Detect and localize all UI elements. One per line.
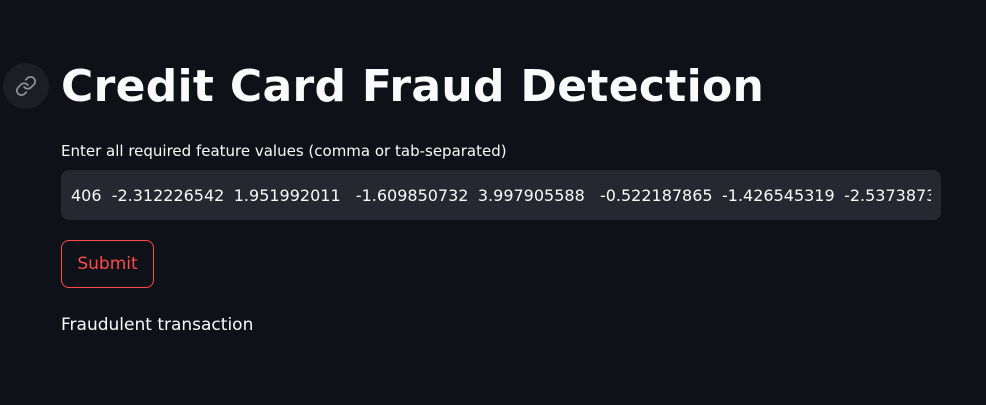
feature-input-container: [61, 170, 941, 220]
app-page: Credit Card Fraud Detection Enter all re…: [0, 0, 986, 405]
page-title: Credit Card Fraud Detection: [61, 61, 765, 112]
feature-values-input[interactable]: [61, 170, 941, 220]
link-icon[interactable]: [3, 63, 49, 109]
prediction-result: Fraudulent transaction: [61, 315, 254, 335]
submit-button[interactable]: Submit: [61, 240, 154, 288]
feature-input-label: Enter all required feature values (comma…: [61, 142, 507, 160]
